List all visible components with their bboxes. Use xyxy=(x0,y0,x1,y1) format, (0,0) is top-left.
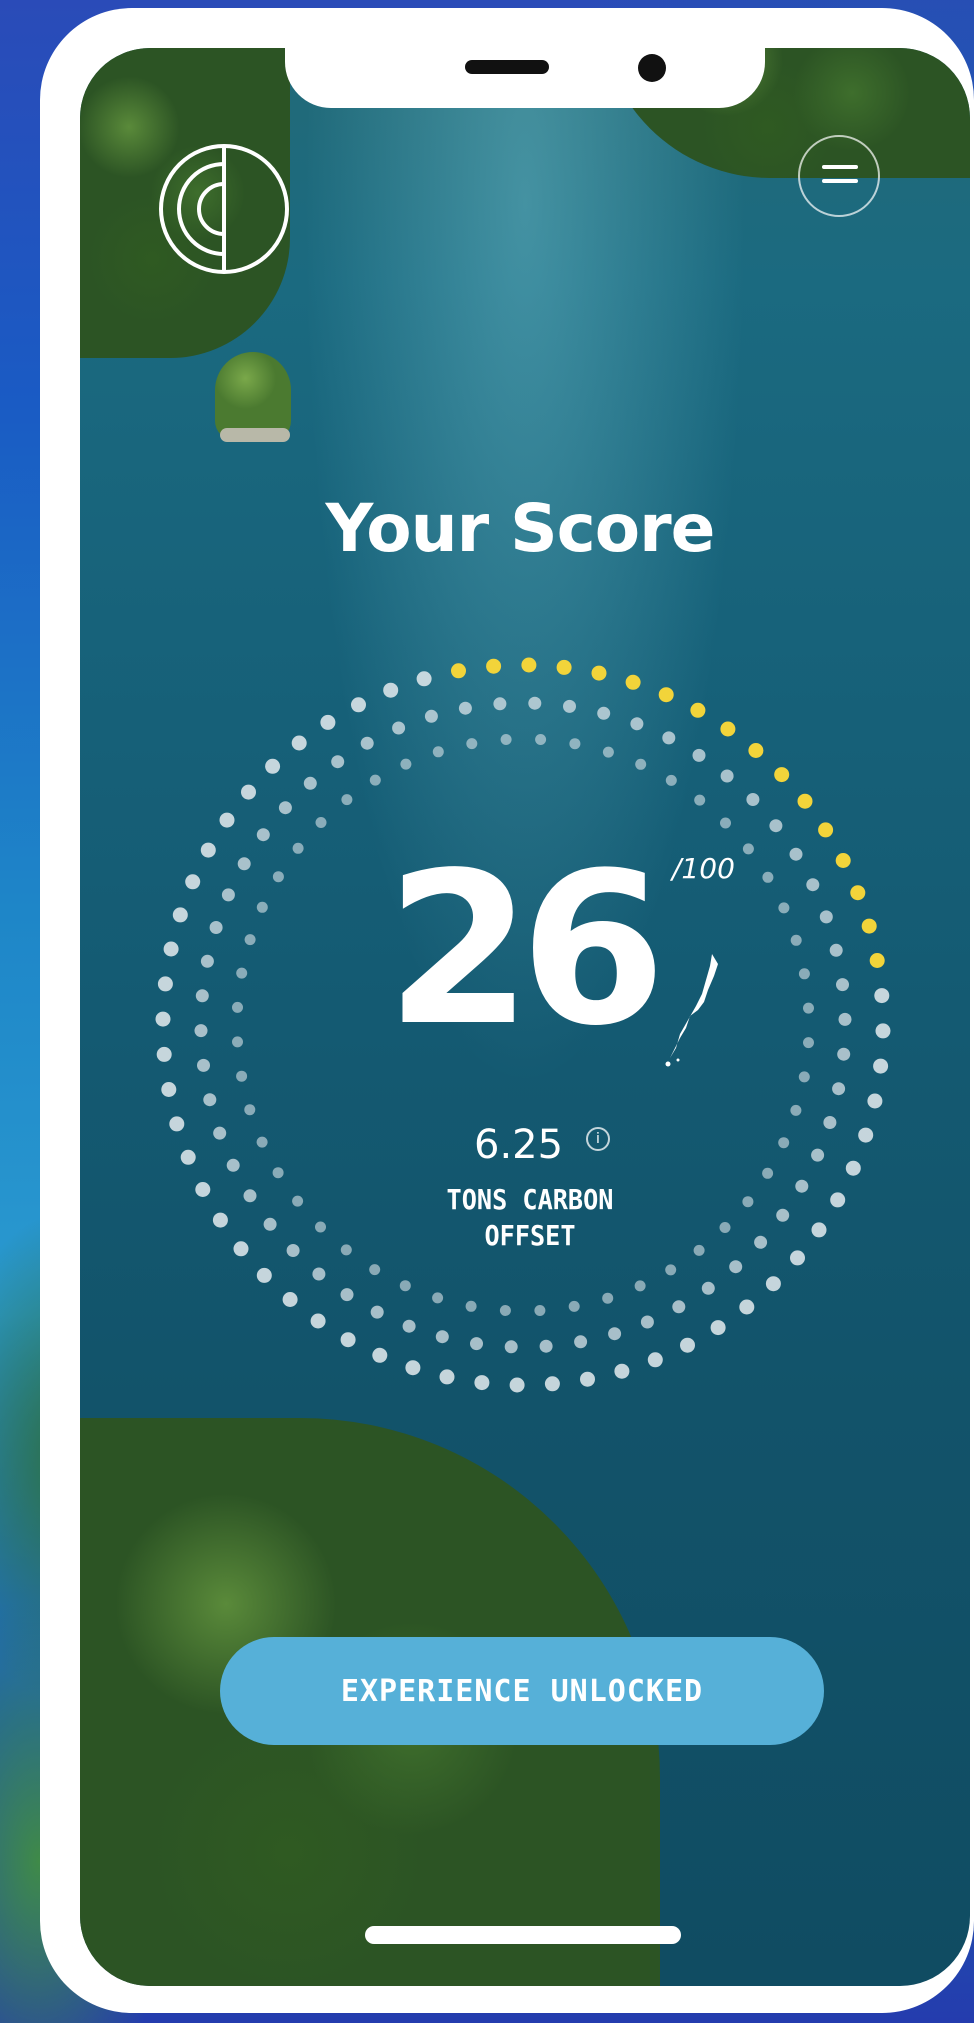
score-max-label: /100 xyxy=(672,852,735,885)
carbon-offset-label-line-2: OFFSET xyxy=(484,1219,576,1252)
small-islet-shore xyxy=(220,428,290,442)
info-icon[interactable]: i xyxy=(586,1127,610,1151)
home-indicator xyxy=(365,1926,681,1944)
carbon-offset-label: TONS CARBON OFFSET xyxy=(395,1182,665,1254)
experience-unlocked-button[interactable]: EXPERIENCE UNLOCKED xyxy=(220,1637,824,1745)
carbon-offset-value: 6.25 xyxy=(474,1122,564,1168)
page-title: Your Score xyxy=(325,490,716,567)
score-value: 26 xyxy=(385,827,666,1072)
phone-notch xyxy=(285,48,765,108)
speaker-grille xyxy=(465,60,549,74)
hamburger-menu-icon xyxy=(822,165,858,169)
small-islet xyxy=(215,352,291,440)
concentric-half-circle-logo-icon[interactable] xyxy=(155,140,293,278)
carbon-offset-label-line-1: TONS CARBON xyxy=(446,1183,614,1216)
front-camera xyxy=(638,54,666,82)
menu-button[interactable] xyxy=(798,135,880,217)
hamburger-menu-icon-line-2 xyxy=(822,179,858,183)
palau-map-icon xyxy=(665,954,718,1067)
